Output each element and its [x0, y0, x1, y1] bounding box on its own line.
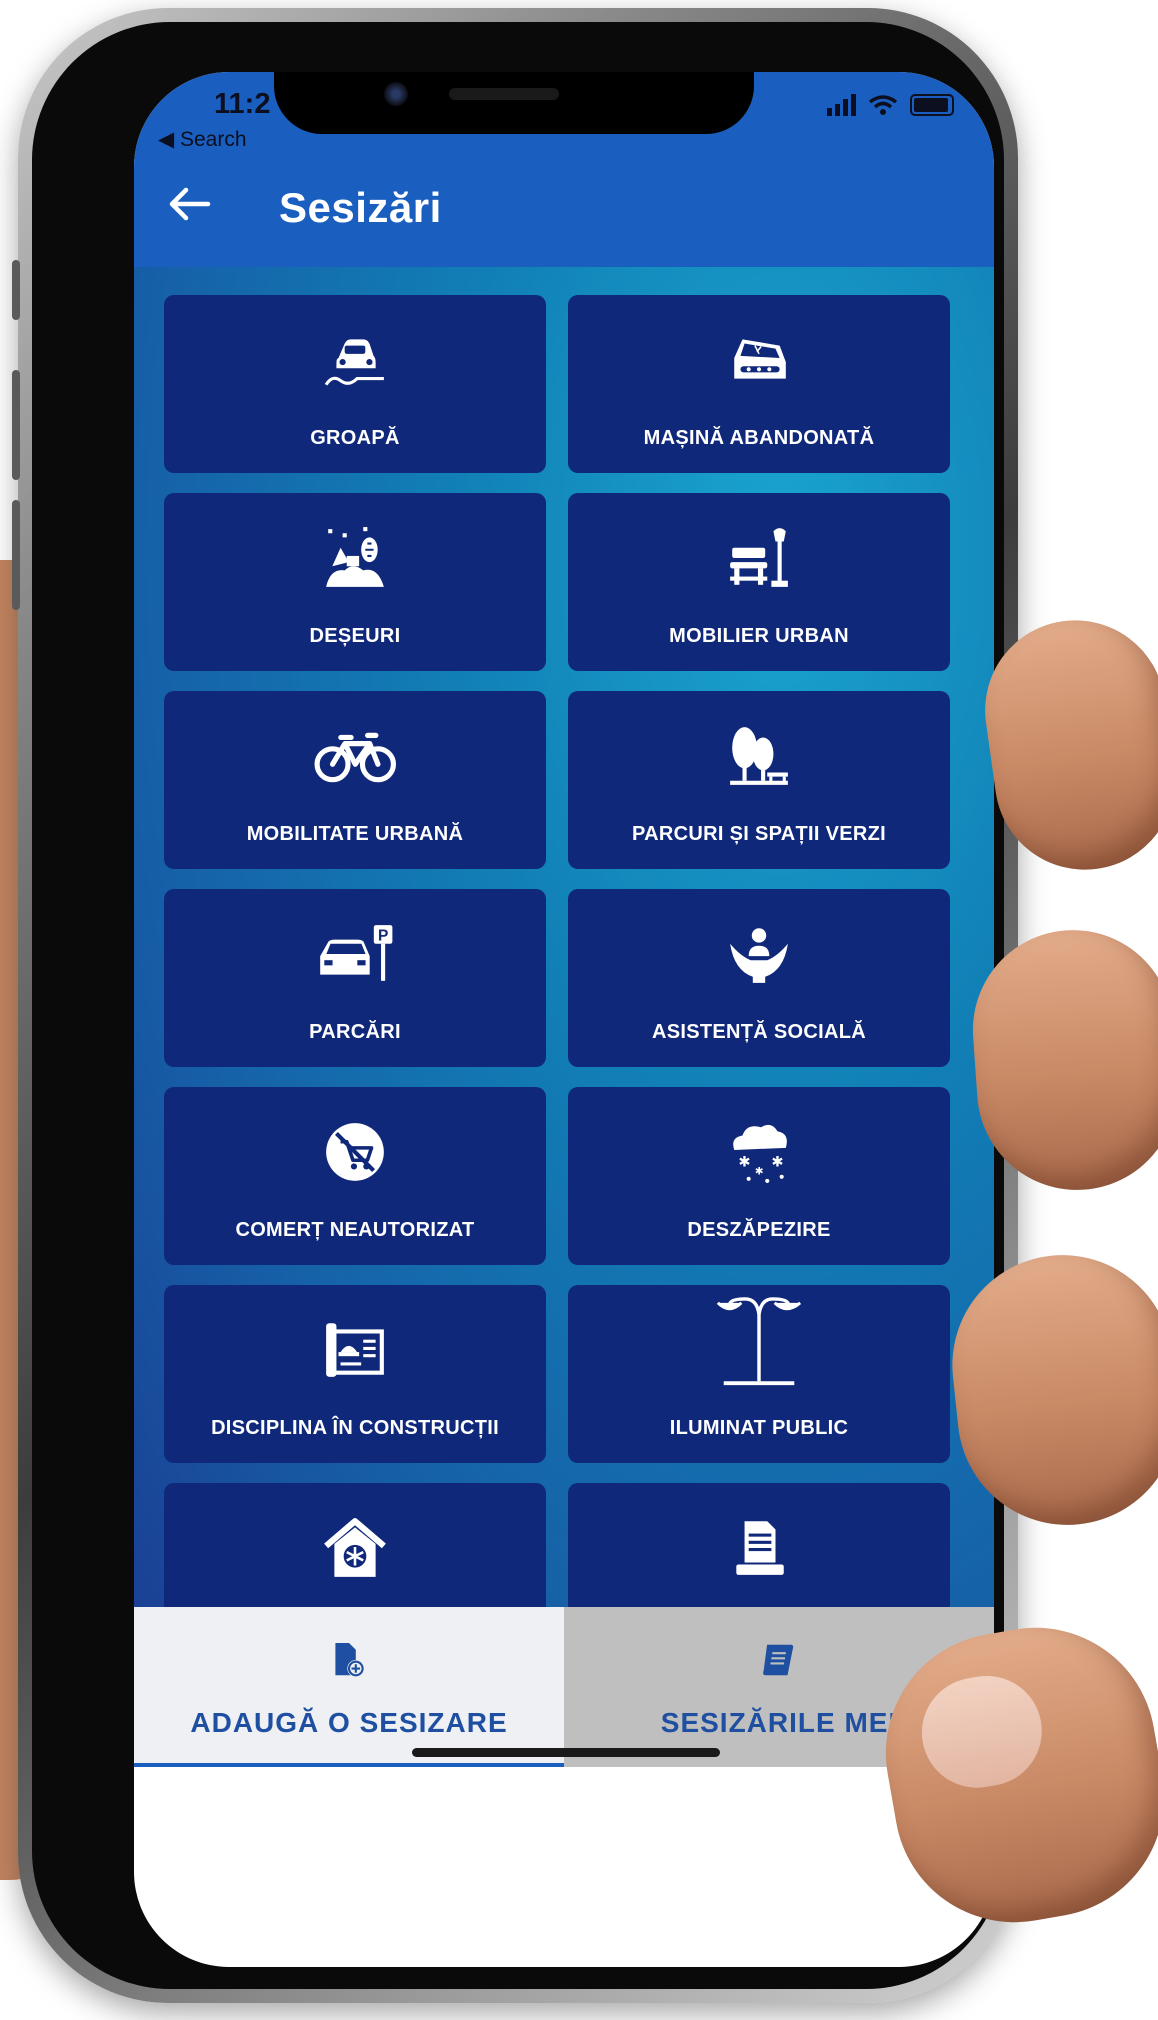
back-arrow-icon[interactable] [164, 184, 214, 224]
street-light-icon [716, 1297, 802, 1386]
category-label: DESZĂPEZIRE [687, 1219, 831, 1241]
svg-text:✱: ✱ [755, 1166, 764, 1178]
category-tile-iluminat-public[interactable]: ILUMINAT PUBLIC [568, 1285, 950, 1463]
abandoned-car-icon [734, 339, 786, 379]
volume-down-button [12, 500, 20, 610]
category-label: GROAPĂ [310, 427, 400, 449]
category-tile-deseuri[interactable]: DEȘEURI [164, 493, 546, 671]
category-tile-mobilitate-urbana[interactable]: MOBILITATE URBANĂ [164, 691, 546, 869]
category-tile-parcuri[interactable]: PARCURI ȘI SPAȚII VERZI [568, 691, 950, 869]
category-tile-groapa[interactable]: GROAPĂ [164, 295, 546, 473]
category-label: DEȘEURI [309, 625, 401, 647]
category-label: COMERȚ NEAUTORIZAT [235, 1219, 475, 1241]
category-label: MOBILIER URBAN [669, 625, 849, 647]
category-grid: GROAPĂ MAȘINĂ ABANDONATĂ DEȘEURI MOBILIE… [164, 295, 964, 1661]
category-label: PARCURI ȘI SPAȚII VERZI [632, 823, 886, 845]
category-tile-masina-abandonata[interactable]: MAȘINĂ ABANDONATĂ [568, 295, 950, 473]
bottom-tab-bar: ADAUGĂ O SESIZARE SESIZĂRILE MEI [134, 1607, 994, 1767]
category-label: MAȘINĂ ABANDONATĂ [643, 427, 875, 449]
status-back-link[interactable]: ◀ Search [158, 127, 247, 152]
park-trees-icon [730, 727, 788, 785]
category-tile-asistenta-sociala[interactable]: ASISTENȚĂ SOCIALĂ [568, 889, 950, 1067]
category-tile-deszapezire[interactable]: ✱ ✱ ✱ DESZĂPEZIRE [568, 1087, 950, 1265]
speaker-grille [449, 88, 559, 100]
category-label: ILUMINAT PUBLIC [669, 1417, 849, 1439]
category-label: PARCĂRI [309, 1021, 401, 1043]
waste-icon [326, 527, 384, 587]
volume-up-button [12, 370, 20, 480]
svg-text:✱: ✱ [738, 1154, 750, 1170]
front-camera-icon [384, 82, 408, 106]
mute-switch [12, 260, 20, 320]
no-trade-icon [326, 1123, 384, 1181]
page-title: Sesizări [279, 184, 442, 231]
category-tile-comert-neautorizat[interactable]: COMERȚ NEAUTORIZAT [164, 1087, 546, 1265]
add-report-icon [335, 1643, 365, 1677]
status-icons [827, 94, 954, 116]
category-label: MOBILITATE URBANĂ [246, 823, 464, 845]
phone-notch [274, 72, 754, 134]
bench-lamp-icon [730, 528, 788, 587]
snow-cloud-icon: ✱ ✱ ✱ [733, 1124, 787, 1183]
bicycle-icon [314, 732, 396, 783]
category-tile-parcari[interactable]: P PARCĂRI [164, 889, 546, 1067]
category-label: DISCIPLINA ÎN CONSTRUCȚII [211, 1417, 499, 1439]
wifi-icon [868, 95, 898, 115]
house-climate-icon [324, 1518, 386, 1577]
category-tile-mobilier-urban[interactable]: MOBILIER URBAN [568, 493, 950, 671]
parking-icon: P [319, 925, 393, 981]
category-label: ASISTENȚĂ SOCIALĂ [652, 1021, 866, 1043]
tab-label: ADAUGĂ O SESIZARE [190, 1707, 508, 1738]
category-tile-disciplina-constructii[interactable]: DISCIPLINA ÎN CONSTRUCȚII [164, 1285, 546, 1463]
phone-screen: 11:2 ◀ Search Sesizări GROAPĂ MAȘINĂ ABA… [134, 72, 994, 1967]
document-stand-icon [736, 1521, 784, 1575]
status-time: 11:2 [214, 88, 271, 120]
battery-icon [910, 94, 954, 116]
tab-adauga-sesizare[interactable]: ADAUGĂ O SESIZARE [134, 1607, 564, 1767]
home-indicator[interactable] [412, 1748, 720, 1757]
construction-plan-icon [326, 1323, 384, 1377]
pothole-car-icon [324, 339, 384, 386]
svg-text:P: P [378, 928, 388, 945]
signal-icon [827, 94, 856, 116]
category-list[interactable]: GROAPĂ MAȘINĂ ABANDONATĂ DEȘEURI MOBILIE… [134, 267, 994, 1692]
social-care-icon [730, 928, 788, 983]
scroll-list-icon [763, 1644, 794, 1676]
svg-text:✱: ✱ [771, 1154, 783, 1170]
